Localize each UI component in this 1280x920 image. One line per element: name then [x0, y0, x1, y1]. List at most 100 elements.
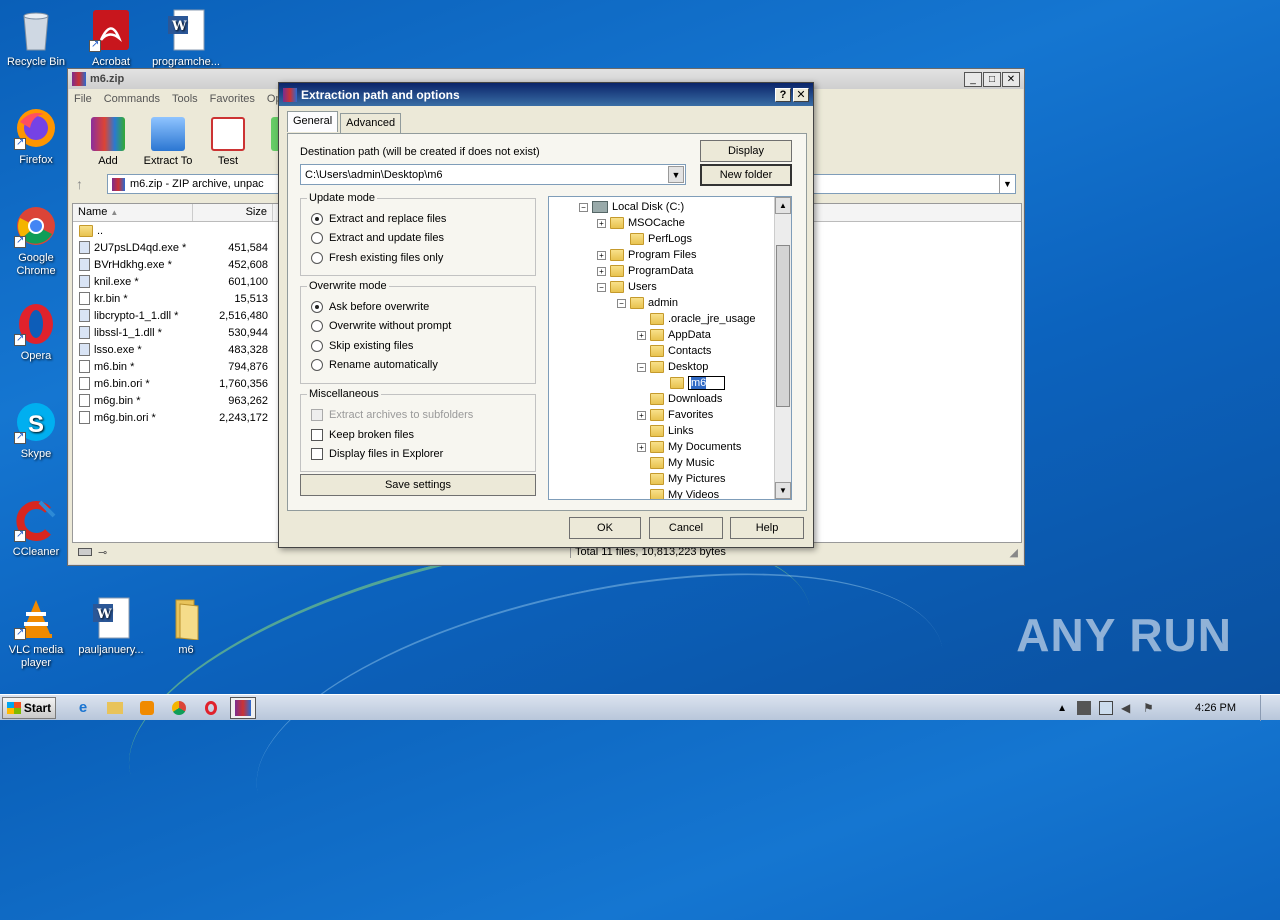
test-button[interactable]: Test: [198, 117, 258, 171]
radio-overwrite-without-prompt[interactable]: Overwrite without prompt: [311, 320, 451, 332]
network-icon[interactable]: [1077, 701, 1092, 715]
desktop-icon-word-doc-2[interactable]: W pauljanuery...: [75, 596, 147, 657]
dialog-titlebar[interactable]: Extraction path and options ? ✕: [279, 83, 813, 106]
tree-toggle-icon[interactable]: +: [637, 410, 646, 420]
taskbar-ie-icon[interactable]: e: [70, 697, 96, 719]
tree-toggle-icon[interactable]: +: [637, 330, 646, 340]
radio-ask-before-overwrite[interactable]: Ask before overwrite: [311, 301, 429, 313]
tree-node[interactable]: m6: [657, 375, 725, 391]
tree-node[interactable]: + MSOCache: [597, 215, 685, 231]
tree-toggle-icon[interactable]: +: [597, 250, 606, 260]
scroll-thumb[interactable]: [776, 245, 790, 407]
scroll-up-icon[interactable]: ▲: [775, 197, 791, 214]
checkbox-display-in-explorer[interactable]: Display files in Explorer: [311, 448, 443, 460]
up-arrow-icon[interactable]: ↑: [76, 176, 83, 192]
help-question-button[interactable]: ?: [775, 87, 791, 102]
tree-node[interactable]: − admin: [617, 295, 678, 311]
minimize-button[interactable]: _: [964, 71, 982, 87]
desktop-icon-word-doc[interactable]: W programche...: [150, 8, 222, 69]
tree-toggle-icon[interactable]: −: [617, 298, 626, 308]
tree-node[interactable]: Links: [637, 423, 694, 439]
extraction-dialog[interactable]: Extraction path and options ? ✕ General …: [278, 82, 814, 548]
desktop-icon-recycle-bin[interactable]: Recycle Bin: [0, 8, 72, 69]
scroll-down-icon[interactable]: ▼: [775, 482, 791, 499]
radio-rename-automatically[interactable]: Rename automatically: [311, 359, 438, 371]
destination-path-input[interactable]: C:\Users\admin\Desktop\m6 ▼: [300, 164, 686, 185]
tree-toggle-icon[interactable]: +: [597, 266, 606, 276]
tree-toggle-icon[interactable]: +: [637, 442, 646, 452]
new-folder-name-input[interactable]: m6: [688, 376, 725, 390]
icon-label: VLC media player: [8, 644, 64, 669]
tree-toggle-icon[interactable]: −: [637, 362, 646, 372]
menu-commands[interactable]: Commands: [104, 93, 160, 105]
tree-node[interactable]: Downloads: [637, 391, 722, 407]
desktop-icon-m6-folder[interactable]: m6: [150, 596, 222, 657]
tree-node[interactable]: My Music: [637, 455, 714, 471]
tree-node[interactable]: + Program Files: [597, 247, 696, 263]
desktop-icon-firefox[interactable]: Firefox: [0, 106, 72, 167]
maximize-button[interactable]: □: [983, 71, 1001, 87]
folder-tree[interactable]: − Local Disk (C:) + MSOCache PerfLogs + Progra…: [548, 196, 792, 500]
desktop-icon-acrobat[interactable]: Acrobat: [75, 8, 147, 69]
taskbar-winrar-icon[interactable]: [230, 696, 256, 719]
tree-node[interactable]: + My Documents: [637, 439, 741, 455]
tree-node[interactable]: − Users: [597, 279, 657, 295]
new-folder-button[interactable]: New folder: [700, 164, 792, 186]
column-name[interactable]: Name ▲: [73, 204, 193, 221]
save-settings-button[interactable]: Save settings: [300, 474, 536, 496]
dialog-close-button[interactable]: ✕: [793, 87, 809, 102]
desktop-icon-ccleaner[interactable]: CCleaner: [0, 498, 72, 559]
tray-expand-icon[interactable]: ▲: [1057, 703, 1067, 714]
desktop-icon-opera[interactable]: Opera: [0, 302, 72, 363]
tree-node[interactable]: My Videos: [637, 487, 719, 499]
display-button[interactable]: Display: [700, 140, 792, 162]
menu-tools[interactable]: Tools: [172, 93, 198, 105]
start-button[interactable]: Start: [2, 696, 56, 719]
tree-toggle-icon[interactable]: −: [579, 202, 588, 212]
desktop-icon-skype[interactable]: S Skype: [0, 400, 72, 461]
taskbar-media-player-icon[interactable]: [134, 697, 160, 719]
tree-node[interactable]: + Favorites: [637, 407, 713, 423]
taskbar-opera-icon[interactable]: [198, 697, 224, 719]
tree-node[interactable]: PerfLogs: [617, 231, 692, 247]
tree-scrollbar[interactable]: ▲ ▼: [774, 197, 791, 499]
resize-grip-icon[interactable]: ◢: [1010, 546, 1018, 559]
column-size[interactable]: Size: [193, 204, 273, 221]
radio-fresh-existing[interactable]: Fresh existing files only: [311, 252, 443, 264]
chevron-down-icon[interactable]: ▼: [668, 166, 684, 183]
tree-node[interactable]: − Desktop: [637, 359, 708, 375]
monitor-icon[interactable]: [1099, 701, 1114, 715]
tree-toggle-icon[interactable]: −: [597, 282, 606, 292]
show-desktop-button[interactable]: [1260, 695, 1272, 721]
radio-extract-update[interactable]: Extract and update files: [311, 232, 444, 244]
help-button[interactable]: Help: [730, 517, 804, 539]
tree-node[interactable]: Contacts: [637, 343, 711, 359]
tree-node[interactable]: My Pictures: [637, 471, 725, 487]
menu-favorites[interactable]: Favorites: [210, 93, 255, 105]
checkbox-keep-broken-files[interactable]: Keep broken files: [311, 429, 414, 441]
chevron-down-icon[interactable]: ▼: [999, 175, 1015, 193]
add-button[interactable]: Add: [78, 117, 138, 171]
tree-node[interactable]: + ProgramData: [597, 263, 693, 279]
clock[interactable]: 4:26 PM: [1195, 702, 1236, 714]
menu-file[interactable]: File: [74, 93, 92, 105]
tab-general[interactable]: General: [287, 111, 339, 132]
taskbar-chrome-icon[interactable]: [166, 697, 192, 719]
radio-skip-existing[interactable]: Skip existing files: [311, 340, 413, 352]
desktop-icon-vlc[interactable]: VLC media player: [0, 596, 72, 670]
file-icon: [79, 343, 90, 356]
tree-node[interactable]: + AppData: [637, 327, 711, 343]
radio-extract-replace[interactable]: Extract and replace files: [311, 213, 446, 225]
tree-toggle-icon[interactable]: +: [597, 218, 606, 228]
volume-icon[interactable]: ◀: [1121, 701, 1135, 715]
tree-node[interactable]: − Local Disk (C:): [579, 199, 684, 215]
close-button[interactable]: ✕: [1002, 71, 1020, 87]
cancel-button[interactable]: Cancel: [649, 517, 723, 539]
ok-button[interactable]: OK: [569, 517, 641, 539]
extract-to-button[interactable]: Extract To: [138, 117, 198, 171]
tab-advanced[interactable]: Advanced: [340, 113, 402, 134]
taskbar-explorer-icon[interactable]: [102, 697, 128, 719]
tree-node[interactable]: .oracle_jre_usage: [637, 311, 755, 327]
desktop-icon-chrome[interactable]: Google Chrome: [0, 204, 72, 278]
flag-icon[interactable]: ⚑: [1143, 701, 1157, 715]
